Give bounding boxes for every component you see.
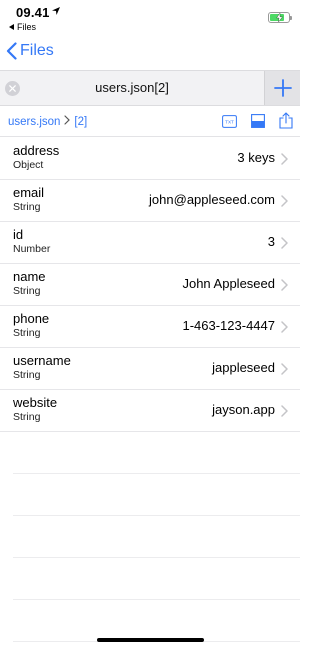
empty-row	[13, 474, 300, 516]
status-back-label: Files	[17, 22, 37, 32]
breadcrumb-bar: users.json [2] TXT	[0, 107, 300, 137]
row-key: name	[13, 269, 46, 284]
chevron-left-icon	[6, 42, 17, 60]
row-key: email	[13, 185, 45, 200]
row-type: String	[13, 411, 41, 423]
row-key: address	[13, 143, 60, 158]
breadcrumb-item-root[interactable]: users.json	[8, 116, 60, 128]
json-key-list: address Object 3 keys email String john@apple…	[0, 138, 300, 642]
svg-text:TXT: TXT	[225, 119, 234, 124]
list-item-id[interactable]: id Number 3	[0, 222, 300, 264]
navigation-bar: Files	[0, 38, 300, 68]
list-item-address[interactable]: address Object 3 keys	[0, 138, 300, 180]
status-back-to-app[interactable]: Files	[9, 22, 36, 32]
row-value: john@appleseed.com	[149, 192, 275, 207]
status-bar: 09.41 Files	[0, 0, 300, 36]
home-indicator	[97, 638, 204, 642]
row-value: 1-463-123-4447	[182, 318, 275, 333]
row-key: username	[13, 353, 71, 368]
empty-row	[13, 516, 300, 558]
empty-row	[13, 432, 300, 474]
location-arrow-icon	[52, 7, 60, 15]
row-type: Object	[13, 159, 44, 171]
row-type: String	[13, 285, 41, 297]
list-item-website[interactable]: website String jayson.app	[0, 390, 300, 432]
row-value: John Appleseed	[182, 276, 275, 291]
split-view-button[interactable]	[250, 113, 266, 129]
row-key: phone	[13, 311, 50, 326]
row-type: String	[13, 201, 41, 213]
row-key: id	[13, 227, 24, 242]
back-triangle-icon	[9, 24, 14, 30]
row-key: website	[13, 395, 58, 410]
row-value: jayson.app	[212, 402, 275, 417]
row-value: 3	[267, 234, 275, 249]
share-icon	[279, 111, 293, 129]
breadcrumb: users.json [2]	[8, 115, 87, 128]
text-view-button[interactable]: TXT	[221, 113, 237, 129]
row-type: String	[13, 327, 41, 339]
list-item-phone[interactable]: phone String 1-463-123-4447	[0, 306, 300, 348]
txt-icon: TXT	[221, 114, 237, 128]
split-view-icon	[251, 114, 265, 128]
back-button-label: Files	[20, 42, 54, 59]
row-value: 3 keys	[237, 150, 275, 165]
list-item-name[interactable]: name String John Appleseed	[0, 264, 300, 306]
chevron-right-icon	[281, 279, 288, 291]
chevron-right-icon	[281, 363, 288, 375]
chevron-right-icon	[281, 153, 288, 165]
back-button[interactable]: Files	[6, 42, 54, 60]
breadcrumb-item-current[interactable]: [2]	[74, 116, 87, 128]
row-type: String	[13, 369, 41, 381]
tab-title[interactable]: users.json[2]	[0, 80, 264, 95]
share-button[interactable]	[278, 111, 294, 129]
row-value: jappleseed	[212, 360, 275, 375]
document-tab-bar: users.json[2]	[0, 70, 300, 106]
chevron-right-icon	[281, 405, 288, 417]
empty-row	[13, 600, 300, 642]
row-type: Number	[13, 243, 51, 255]
chevron-right-icon	[281, 195, 288, 207]
list-item-username[interactable]: username String jappleseed	[0, 348, 300, 390]
battery-icon	[268, 12, 292, 23]
plus-icon	[273, 79, 292, 97]
add-tab-button[interactable]	[264, 71, 300, 105]
chevron-right-icon	[64, 115, 71, 128]
charging-bolt-icon	[276, 13, 283, 22]
chevron-right-icon	[281, 237, 288, 249]
chevron-right-icon	[281, 321, 288, 333]
status-time: 09.41	[16, 5, 50, 20]
list-item-email[interactable]: email String john@appleseed.com	[0, 180, 300, 222]
empty-row	[13, 558, 300, 600]
